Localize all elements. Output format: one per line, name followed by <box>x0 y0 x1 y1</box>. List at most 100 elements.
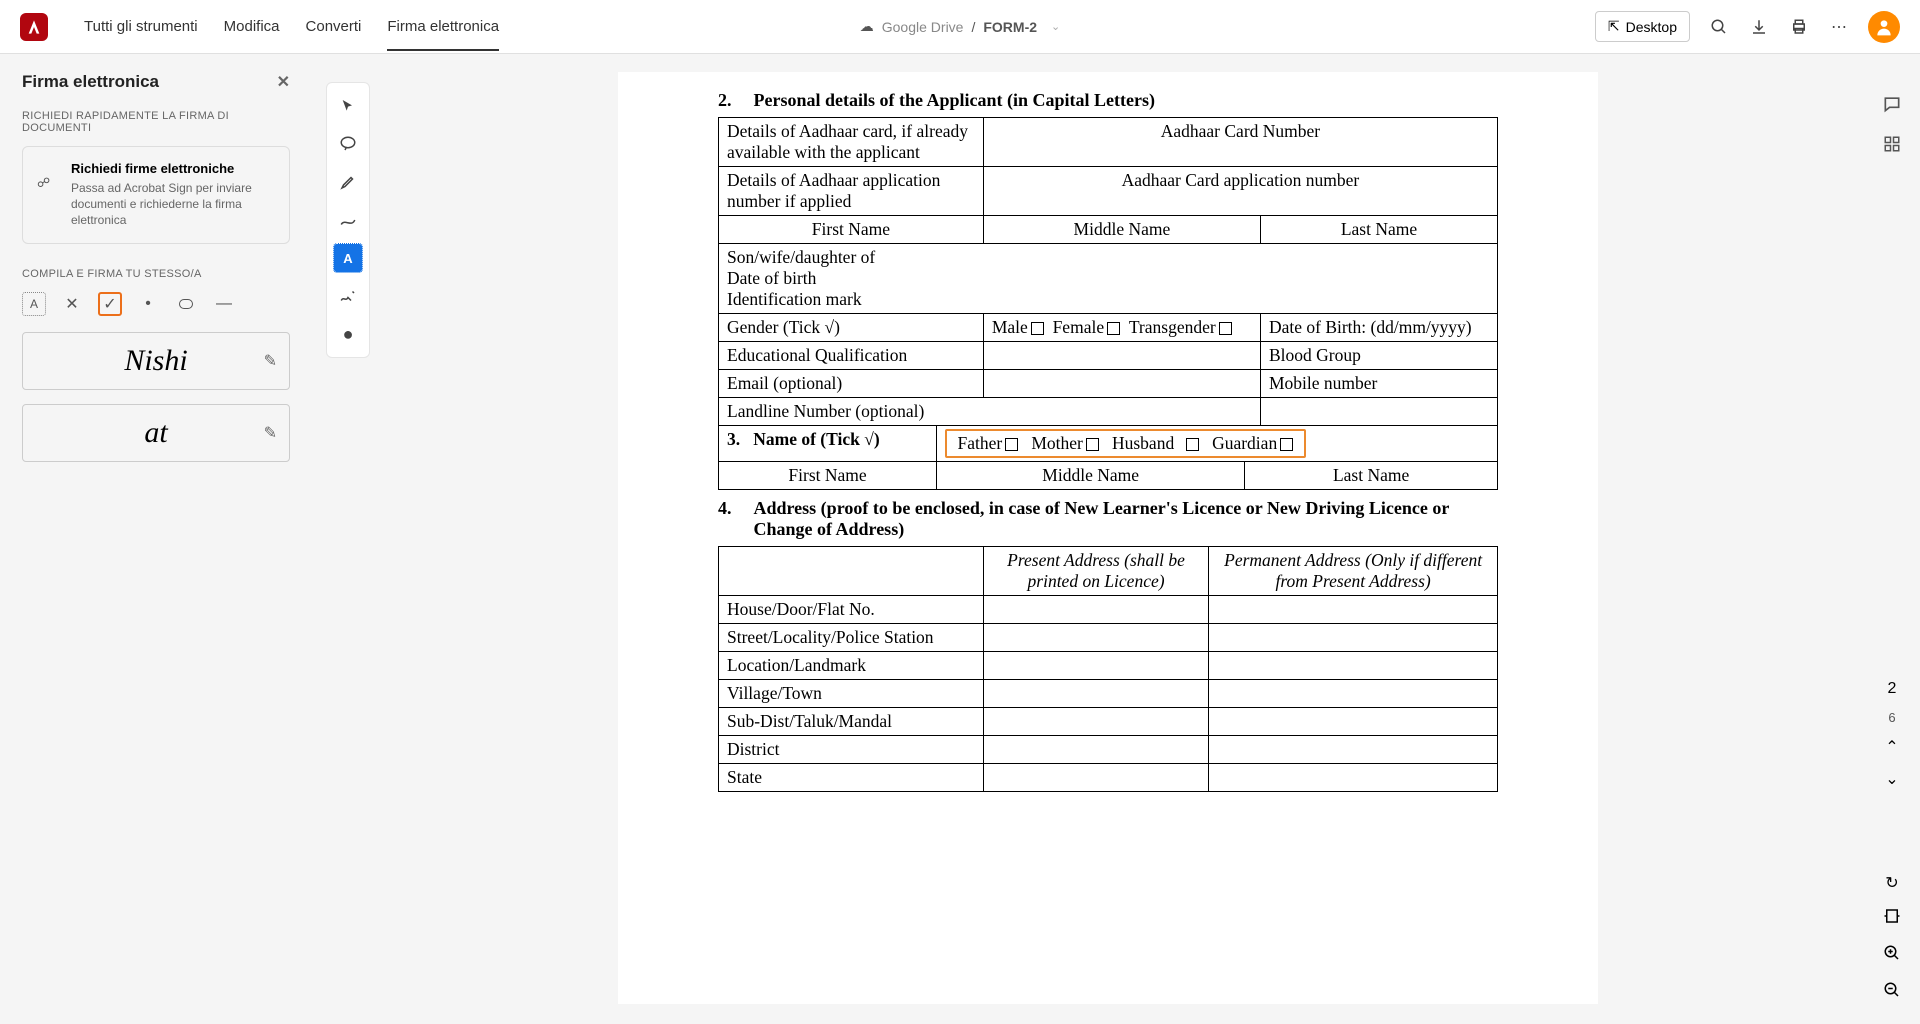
open-external-icon: ⇱ <box>1608 18 1620 35</box>
desktop-button[interactable]: ⇱Desktop <box>1595 11 1690 42</box>
cell <box>983 370 1260 398</box>
cell: Aadhaar Card Number <box>983 118 1497 167</box>
name-of-highlight[interactable]: Father Mother Husband Guardian <box>945 429 1305 458</box>
right-rail <box>1864 72 1920 156</box>
cell: Details of Aadhaar application number if… <box>719 167 984 216</box>
cell: Permanent Address (Only if different fro… <box>1209 547 1498 596</box>
cell <box>983 708 1208 736</box>
cell: Email (optional) <box>719 370 984 398</box>
page-total: 6 <box>1888 710 1895 725</box>
sidebar: Firma elettronica ✕ RICHIEDI RAPIDAMENTE… <box>22 72 290 476</box>
cell: Landline Number (optional) <box>719 398 1261 426</box>
signature-text: Nishi <box>124 344 187 378</box>
cell <box>983 342 1260 370</box>
cell: Location/Landmark <box>719 652 984 680</box>
zoom-out-icon[interactable] <box>1883 981 1901 1004</box>
cell <box>719 547 984 596</box>
cell: Village/Town <box>719 680 984 708</box>
cell <box>1209 764 1498 792</box>
cell: Last Name <box>1260 216 1497 244</box>
cell: 3. Name of (Tick √) <box>719 426 937 462</box>
section-4-num: 4. <box>718 498 732 540</box>
cell: Present Address (shall be printed on Lic… <box>983 547 1208 596</box>
signature-1[interactable]: Nishi ✎ <box>22 332 290 390</box>
fill-tools-row: A ✕ ✓ • — <box>22 292 290 316</box>
x-tool[interactable]: ✕ <box>60 292 84 316</box>
cell: Sub-Dist/Taluk/Mandal <box>719 708 984 736</box>
cloud-icon: ☁ <box>860 18 874 35</box>
chat-icon[interactable] <box>1880 92 1904 116</box>
cell: Gender (Tick √) <box>719 314 984 342</box>
nav-edit[interactable]: Modifica <box>224 2 280 51</box>
search-icon[interactable] <box>1708 16 1730 38</box>
zoom-in-icon[interactable] <box>1883 944 1901 967</box>
cell: Street/Locality/Police Station <box>719 624 984 652</box>
document-title[interactable]: ☁ Google Drive / FORM-2 ⌄ <box>860 18 1060 35</box>
page-down-icon[interactable]: ⌄ <box>1885 769 1898 789</box>
print-icon[interactable] <box>1788 16 1810 38</box>
request-signatures-card[interactable]: ☍ Richiedi firme elettroniche Passa ad A… <box>22 146 290 244</box>
cell <box>983 764 1208 792</box>
document-viewport[interactable]: 2. Personal details of the Applicant (in … <box>326 72 1850 1004</box>
cell: First Name <box>719 216 984 244</box>
card-desc: Passa ad Acrobat Sign per inviare docume… <box>71 180 275 229</box>
cell: Male Female Transgender <box>983 314 1260 342</box>
nav-tools[interactable]: Tutti gli strumenti <box>84 2 198 51</box>
edit-icon[interactable]: ✎ <box>264 423 277 443</box>
cell: First Name <box>719 462 937 490</box>
sidebar-subheading-1: RICHIEDI RAPIDAMENTE LA FIRMA DI DOCUMEN… <box>22 110 290 134</box>
cell: State <box>719 764 984 792</box>
page-current[interactable]: 2 <box>1888 680 1897 698</box>
cell: Father Mother Husband Guardian <box>937 426 1498 462</box>
pdf-page: 2. Personal details of the Applicant (in … <box>618 72 1598 1004</box>
more-icon[interactable]: ⋯ <box>1828 16 1850 38</box>
chevron-down-icon[interactable]: ⌄ <box>1051 20 1060 33</box>
cell <box>1260 398 1497 426</box>
signature-2[interactable]: at ✎ <box>22 404 290 462</box>
sidebar-subheading-2: COMPILA E FIRMA TU STESSO/A <box>22 268 290 280</box>
nav-sign[interactable]: Firma elettronica <box>387 2 499 51</box>
section-2-num: 2. <box>718 90 732 111</box>
line-tool[interactable]: — <box>212 292 236 316</box>
app-logo <box>20 13 48 41</box>
check-tool[interactable]: ✓ <box>98 292 122 316</box>
circle-tool[interactable] <box>174 292 198 316</box>
signature-text: at <box>144 416 167 450</box>
dot-tool[interactable]: • <box>136 292 160 316</box>
cell <box>983 624 1208 652</box>
download-icon[interactable] <box>1748 16 1770 38</box>
page-up-icon[interactable]: ⌃ <box>1885 737 1898 757</box>
cell <box>1209 736 1498 764</box>
user-avatar[interactable] <box>1868 11 1900 43</box>
cell: Middle Name <box>983 216 1260 244</box>
cell: Son/wife/daughter ofDate of birthIdentif… <box>719 244 1498 314</box>
cell: Date of Birth: (dd/mm/yyyy) <box>1260 314 1497 342</box>
cell <box>983 652 1208 680</box>
people-icon: ☍ <box>37 175 57 191</box>
cell: Educational Qualification <box>719 342 984 370</box>
cell: Last Name <box>1245 462 1498 490</box>
cell <box>983 736 1208 764</box>
cell <box>1209 624 1498 652</box>
cell <box>983 596 1208 624</box>
grid-icon[interactable] <box>1880 132 1904 156</box>
close-icon[interactable]: ✕ <box>277 72 290 92</box>
doc-name: FORM-2 <box>983 19 1037 35</box>
section-4-title: Address (proof to be enclosed, in case o… <box>754 498 1499 540</box>
section-2-title: Personal details of the Applicant (in Ca… <box>754 90 1155 111</box>
nav-convert[interactable]: Converti <box>306 2 362 51</box>
right-rail-pager: 2 6 ⌃ ⌄ <box>1864 680 1920 789</box>
edit-icon[interactable]: ✎ <box>264 351 277 371</box>
cell: Aadhaar Card application number <box>983 167 1497 216</box>
cell <box>1209 708 1498 736</box>
rotate-icon[interactable]: ↻ <box>1885 873 1898 893</box>
cell: House/Door/Flat No. <box>719 596 984 624</box>
top-nav: Tutti gli strumenti Modifica Converti Fi… <box>84 2 499 51</box>
cell <box>983 680 1208 708</box>
card-title: Richiedi firme elettroniche <box>71 161 275 176</box>
sidebar-title: Firma elettronica <box>22 72 159 92</box>
fit-width-icon[interactable] <box>1883 907 1901 930</box>
top-toolbar: Tutti gli strumenti Modifica Converti Fi… <box>0 0 1920 54</box>
path-sep: / <box>971 19 975 35</box>
textbox-tool[interactable]: A <box>22 292 46 316</box>
